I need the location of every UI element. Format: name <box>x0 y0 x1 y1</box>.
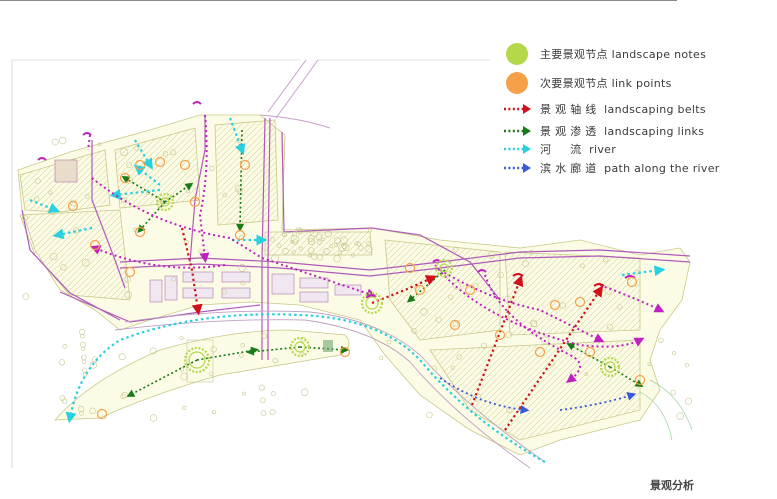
tree-symbol <box>426 411 433 419</box>
tree-symbol <box>684 397 692 405</box>
blue-dotted-arrow-icon <box>502 157 532 179</box>
legend-label: 河 流 river <box>540 143 617 156</box>
tree-symbol <box>58 136 67 145</box>
legend-label: 景 观 渗 透 landscaping links <box>540 125 705 138</box>
tree-symbol <box>260 410 267 417</box>
tree-symbol <box>379 355 384 360</box>
legend-item-landscaping-belts: 景 观 轴 线 landscaping belts <box>502 98 706 120</box>
legend-label: 次要景观节点 link points <box>540 77 672 90</box>
tree-symbol <box>259 397 266 404</box>
tree-symbol <box>80 341 86 348</box>
tree-symbol <box>51 138 59 146</box>
tree-symbol <box>671 351 677 356</box>
tree-symbol <box>179 336 184 341</box>
tree-symbol <box>58 359 66 366</box>
tree-symbol <box>242 391 246 396</box>
legend-item-primary-node: 主要景观节点 landscape notes <box>502 43 706 65</box>
tree-symbol <box>300 388 309 396</box>
legend-label: 主要景观节点 landscape notes <box>540 48 707 61</box>
tree-symbol <box>258 384 265 391</box>
tree-symbol <box>684 363 690 368</box>
secondary-node-swatch-icon <box>502 72 532 94</box>
legend-label: 景 观 轴 线 landscaping belts <box>540 103 706 116</box>
legend-item-riverside-path: 滨 水 廊 道 path along the river <box>502 157 720 179</box>
tree-symbol <box>670 389 676 396</box>
tree-symbol <box>62 343 68 349</box>
tree-symbol <box>676 412 684 420</box>
tree-symbol <box>81 354 87 361</box>
red-dotted-arrow-icon <box>502 98 532 120</box>
tree-symbol <box>270 391 276 397</box>
tree-symbol <box>182 405 187 410</box>
legend-label: 滨 水 廊 道 path along the river <box>540 162 720 175</box>
tree-symbol <box>82 359 87 364</box>
highway <box>259 59 331 129</box>
map-caption: 景观分析 <box>650 479 694 492</box>
tree-symbol <box>658 337 664 343</box>
tree-symbol <box>81 346 86 352</box>
tree-symbol <box>118 353 126 361</box>
tree-symbol <box>79 328 86 335</box>
tree-symbol <box>150 414 158 422</box>
legend-item-secondary-node: 次要景观节点 link points <box>502 72 672 94</box>
primary-node-swatch-icon <box>502 43 532 65</box>
tree-symbol <box>269 409 276 416</box>
tree-symbol <box>212 410 216 415</box>
tree-symbol <box>22 293 29 300</box>
